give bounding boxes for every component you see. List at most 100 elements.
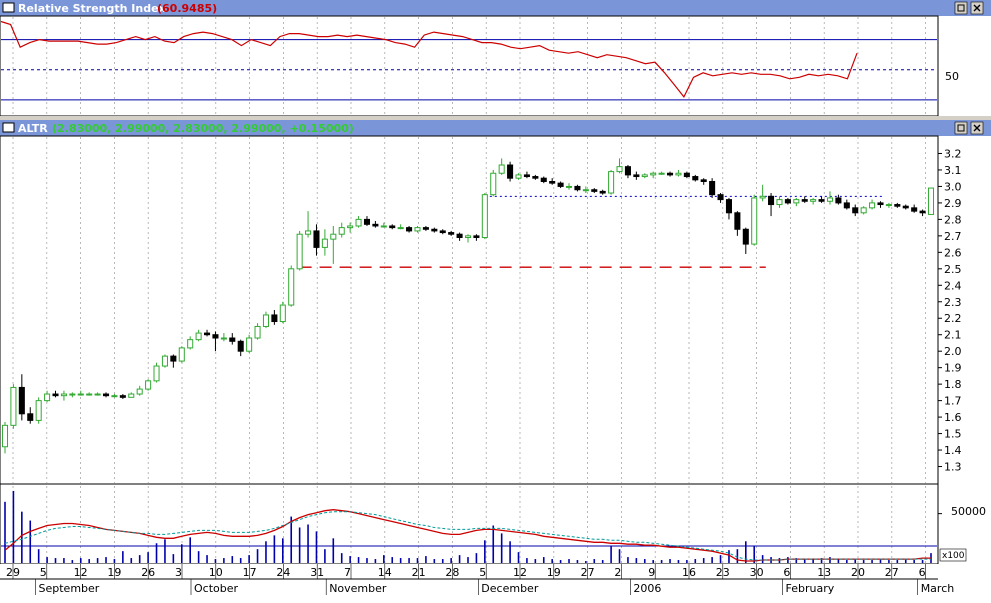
price-y-tick-label: 1.7 <box>944 395 962 408</box>
candle-body <box>397 227 404 230</box>
candle-body <box>145 380 152 390</box>
candle-body <box>18 386 25 415</box>
candle-body <box>136 388 143 395</box>
candle-body <box>793 199 800 204</box>
x-day-label: 3 <box>175 566 182 579</box>
candle-body <box>919 210 926 214</box>
candle-body <box>776 199 783 206</box>
candle-body <box>860 207 867 214</box>
x-day-label: 12 <box>513 566 527 579</box>
candle-body <box>422 227 429 230</box>
candle-body <box>624 166 631 176</box>
x-day-label: 19 <box>547 566 561 579</box>
candle-body <box>751 197 758 245</box>
price-y-tick-label: 3.2 <box>944 147 962 160</box>
candle-body <box>633 174 640 178</box>
candle-body <box>102 393 110 397</box>
candle-body <box>894 204 901 207</box>
price-y-tick-label: 2.8 <box>944 213 962 226</box>
candle-body <box>667 172 674 176</box>
candle-body <box>187 339 194 349</box>
candle-body <box>582 189 589 192</box>
candle-body <box>406 227 413 232</box>
candle-body <box>60 393 67 397</box>
price-y-axis: 3.2 3.1 3.0 2.9 2.8 2.7 2.6 2.5 2.4 2.3 2.2 2.1 2.0 1… <box>938 147 962 474</box>
candle-body <box>608 171 615 194</box>
candle-body <box>439 230 446 234</box>
x-day-label: 5 <box>479 566 486 579</box>
candle-body <box>448 232 455 235</box>
candle-body <box>212 334 219 339</box>
x-day-label: 13 <box>817 566 831 579</box>
candle-body <box>372 223 379 227</box>
candle-body <box>246 337 253 352</box>
candle-body <box>927 187 935 215</box>
candle-body <box>86 393 93 396</box>
candle-body <box>220 337 227 340</box>
x-day-label: 6 <box>783 566 790 579</box>
candle-body <box>313 230 320 248</box>
candle-body <box>481 194 488 239</box>
candle-body <box>810 199 817 202</box>
price-y-tick-label: 2.4 <box>944 279 962 292</box>
x-day-label: 27 <box>581 566 595 579</box>
candle-body <box>204 332 211 336</box>
candle-body <box>759 195 766 199</box>
candle-body <box>52 393 59 397</box>
candle-body <box>170 355 177 362</box>
x-day-label: 31 <box>310 566 324 579</box>
candle-body <box>44 393 51 402</box>
x-day-label: 7 <box>344 566 351 579</box>
candle-body <box>195 332 202 341</box>
x-day-label: 23 <box>716 566 730 579</box>
candle-body <box>94 393 101 396</box>
candle-body <box>161 355 168 367</box>
candle-body <box>271 314 278 323</box>
candle-body <box>153 365 160 382</box>
candle-body <box>557 182 564 187</box>
candle-body <box>742 228 749 245</box>
panel-separator[interactable] <box>0 116 991 120</box>
x-day-label: 21 <box>412 566 426 579</box>
volume-ma2-line <box>4 511 931 561</box>
candle-body <box>700 179 707 182</box>
candle-body <box>355 218 362 227</box>
price-y-tick-label: 3.0 <box>944 180 962 193</box>
candle-body <box>128 393 135 398</box>
x-month-label: September <box>39 582 100 595</box>
x-month-label: December <box>481 582 539 595</box>
candle-body <box>599 190 606 194</box>
x-month-label: October <box>194 582 238 595</box>
candle-body <box>818 199 825 202</box>
candle-body <box>540 177 547 182</box>
candle-body <box>565 185 573 188</box>
candle-body <box>507 164 514 179</box>
x-day-label: 9 <box>648 566 655 579</box>
price-y-tick-label: 2.2 <box>944 312 962 325</box>
candle-body <box>784 199 791 204</box>
candle-body <box>305 230 312 235</box>
price-y-tick-label: 2.3 <box>944 296 962 309</box>
candle-body <box>523 174 530 178</box>
x-day-label: 2 <box>614 566 621 579</box>
candle-body <box>229 337 236 342</box>
price-restore-button[interactable] <box>954 121 968 135</box>
price-y-tick-label: 1.8 <box>944 378 962 391</box>
candle-body <box>363 218 371 225</box>
volume-ma1-line <box>4 509 931 562</box>
candle-body <box>347 225 354 229</box>
candle-body <box>35 400 42 421</box>
price-y-tick-label: 1.9 <box>944 362 962 375</box>
candle-body <box>515 174 522 179</box>
rsi-restore-button[interactable] <box>954 1 968 15</box>
rsi-plot-area <box>0 17 937 115</box>
candle-body <box>288 268 295 306</box>
candle-body <box>1 424 9 448</box>
candle-body <box>490 172 497 196</box>
candle-body <box>69 393 76 396</box>
candle-body <box>380 225 387 228</box>
x-day-label: 6 <box>919 566 926 579</box>
chart-window: Relative Strength Index (60.9485) 50 ALT… <box>0 0 991 599</box>
x-day-label: 29 <box>6 566 20 579</box>
x-day-label: 12 <box>74 566 88 579</box>
